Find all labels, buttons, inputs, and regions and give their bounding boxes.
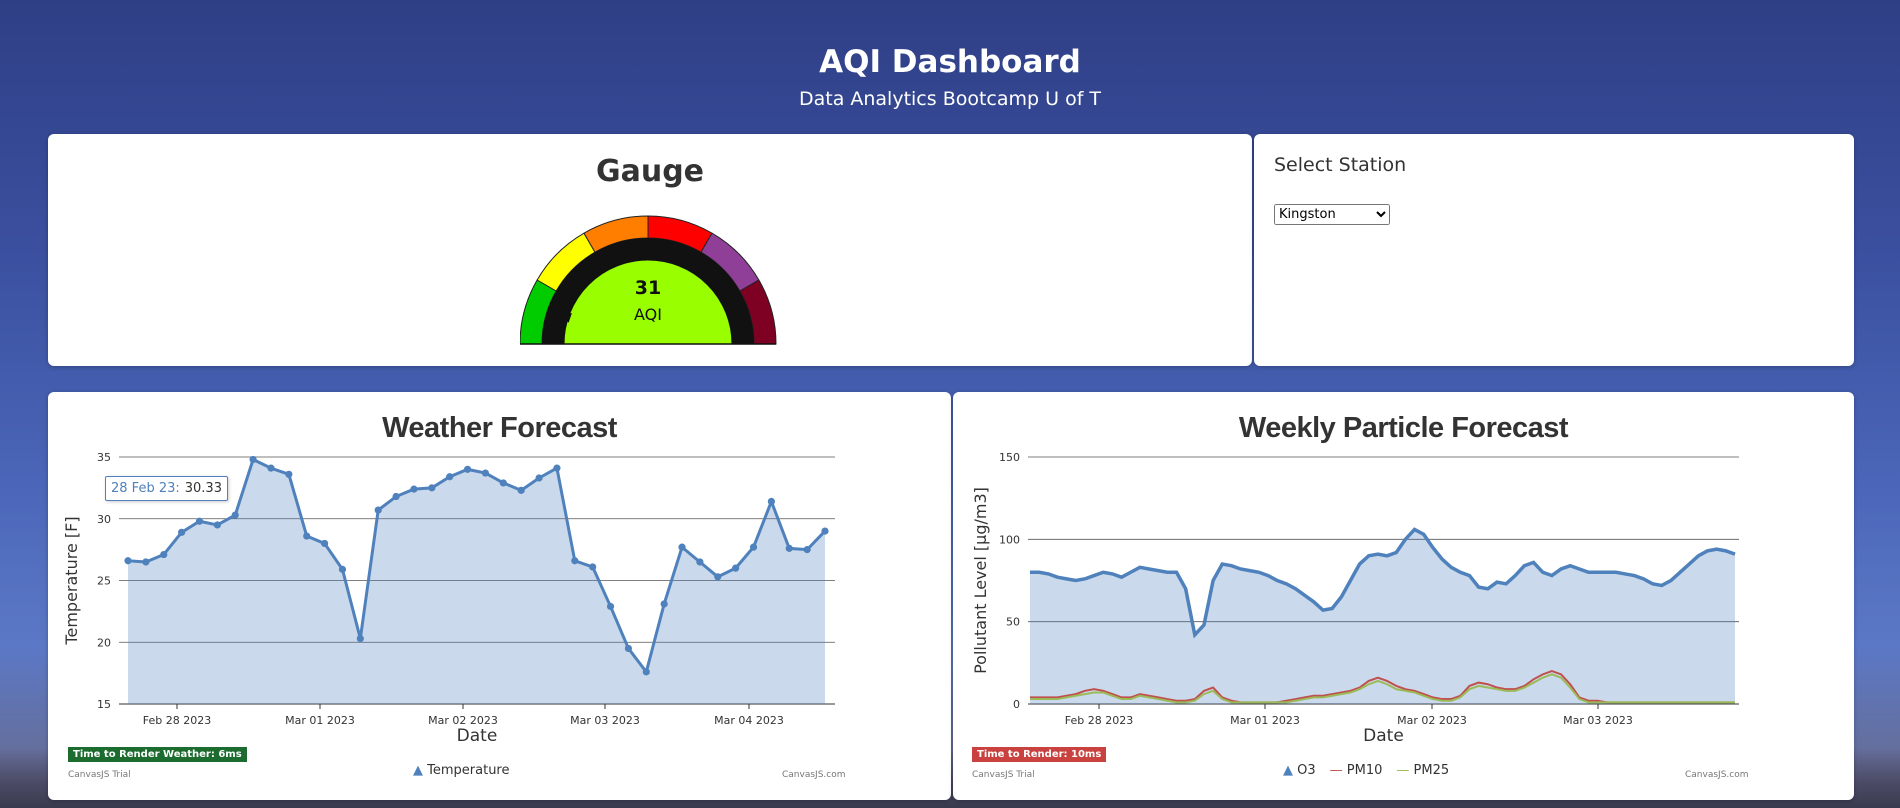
station-select[interactable]: Kingston xyxy=(1274,204,1390,225)
x-tick-label: Mar 01 2023 xyxy=(1230,714,1300,727)
data-point xyxy=(821,527,829,535)
x-tick-label: Mar 02 2023 xyxy=(1397,714,1467,727)
y-tick-label: 15 xyxy=(97,698,111,711)
chart-tooltip: 28 Feb 23: 30.33 xyxy=(105,476,228,501)
data-point xyxy=(732,564,740,572)
data-point xyxy=(785,544,793,552)
particle-card: Weekly Particle Forecast 0 50 100 150 Feb 28… xyxy=(953,392,1854,800)
y-tick-label: 20 xyxy=(97,636,111,649)
data-point xyxy=(267,464,275,472)
data-point xyxy=(642,668,650,676)
render-time-badge: Time to Render: 10ms xyxy=(972,747,1107,762)
data-point xyxy=(803,546,811,554)
gauge-value: 31 xyxy=(635,277,661,299)
data-point xyxy=(231,511,239,519)
y-tick-label: 25 xyxy=(97,575,111,588)
data-point xyxy=(303,532,311,540)
station-card: Select Station Kingston xyxy=(1254,134,1854,366)
y-tick-label: 100 xyxy=(999,533,1020,546)
canvasjs-trial-label: CanvasJS Trial xyxy=(68,770,131,780)
data-point xyxy=(178,528,186,536)
y-tick-label: 50 xyxy=(1006,616,1020,629)
legend-label-pm10: PM10 xyxy=(1346,763,1383,778)
y-tick-label: 0 xyxy=(1013,698,1020,711)
y-axis-title: Pollutant Level [µg/m3] xyxy=(971,487,990,674)
x-tick-label: Mar 01 2023 xyxy=(285,714,355,727)
x-axis-title: Date xyxy=(457,726,498,746)
data-point xyxy=(356,634,364,643)
data-point xyxy=(696,558,704,566)
y-tick-label: 35 xyxy=(97,451,111,464)
gauge-title: Gauge xyxy=(595,154,705,189)
data-point xyxy=(749,543,758,551)
line-icon: — xyxy=(1329,763,1343,778)
data-point xyxy=(142,558,150,566)
render-time-badge: Time to Render Weather: 6ms xyxy=(68,747,247,762)
gauge-card: Gauge 31 AQI xyxy=(48,134,1252,366)
legend-item-o3[interactable]: ▲ O3 xyxy=(1283,763,1316,778)
legend-item-pm10[interactable]: — PM10 xyxy=(1330,763,1383,778)
legend-item-temperature[interactable]: ▲ Temperature xyxy=(413,763,510,778)
legend-label-temperature: Temperature xyxy=(427,763,510,778)
data-point xyxy=(392,492,400,501)
tooltip-value: 30.33 xyxy=(184,481,222,496)
data-point xyxy=(320,539,329,548)
data-point xyxy=(249,455,257,464)
data-point xyxy=(553,464,561,472)
data-point xyxy=(428,484,436,492)
data-point xyxy=(338,565,347,573)
data-point xyxy=(160,550,168,559)
y-tick-label: 150 xyxy=(999,451,1020,464)
gauge-unit: AQI xyxy=(634,305,662,324)
x-tick-label: Mar 04 2023 xyxy=(714,714,784,727)
data-point xyxy=(124,557,132,565)
data-point xyxy=(535,474,543,482)
x-tick-label: Mar 03 2023 xyxy=(570,714,640,727)
line-icon: — xyxy=(1396,763,1410,778)
particle-chart[interactable]: 0 50 100 150 Feb 28 2023 Mar 01 2023 Mar 02 20… xyxy=(953,392,1854,800)
triangle-icon: ▲ xyxy=(413,763,423,778)
legend-label-o3: O3 xyxy=(1297,763,1316,778)
weather-card: Weather Forecast 15 20 25 30 35 Feb 28 2023 Ma… xyxy=(48,392,951,800)
data-point xyxy=(589,563,597,571)
page-subtitle: Data Analytics Bootcamp U of T xyxy=(798,88,1102,110)
data-point xyxy=(285,470,293,478)
weather-chart[interactable]: 1520253035Feb 28 2023 Mar 01 2023 Mar 02 2… xyxy=(48,392,951,800)
data-point xyxy=(195,517,204,525)
series-area-temperature xyxy=(128,459,825,704)
legend-label-pm25: PM25 xyxy=(1413,763,1450,778)
page-header: AQI Dashboard Data Analytics Bootcamp U … xyxy=(0,44,1900,110)
triangle-icon: ▲ xyxy=(1283,763,1293,778)
data-point xyxy=(481,469,490,477)
data-point xyxy=(624,644,633,653)
data-point xyxy=(517,486,525,494)
x-tick-label: Feb 28 2023 xyxy=(1065,714,1133,727)
x-axis-title: Date xyxy=(1363,726,1404,746)
canvasjs-trial-label: CanvasJS Trial xyxy=(972,770,1035,780)
canvasjs-credit-link[interactable]: CanvasJS.com xyxy=(1685,770,1748,780)
data-point xyxy=(499,479,507,487)
data-point xyxy=(374,506,382,514)
data-point xyxy=(714,573,722,581)
y-tick-label: 30 xyxy=(97,513,111,526)
page-title: AQI Dashboard xyxy=(819,44,1081,80)
data-point xyxy=(446,473,454,481)
data-point xyxy=(606,602,615,611)
particle-legend[interactable]: ▲ O3 — PM10 — PM25 xyxy=(1283,763,1449,778)
weather-legend[interactable]: ▲ Temperature xyxy=(413,763,510,778)
tooltip-label: 28 Feb 23: xyxy=(111,481,180,496)
data-point xyxy=(678,543,686,551)
legend-item-pm25[interactable]: — PM25 xyxy=(1396,763,1449,778)
station-title: Select Station xyxy=(1274,154,1407,176)
data-point xyxy=(410,485,418,493)
data-point xyxy=(660,600,668,608)
data-point xyxy=(213,521,221,529)
data-point xyxy=(463,465,472,473)
x-tick-label: Feb 28 2023 xyxy=(143,714,211,727)
data-point xyxy=(767,497,775,506)
y-axis-title: Temperature [F] xyxy=(62,516,81,645)
canvasjs-credit-link[interactable]: CanvasJS.com xyxy=(782,770,845,780)
x-tick-label: Mar 03 2023 xyxy=(1563,714,1633,727)
data-point xyxy=(571,557,579,565)
